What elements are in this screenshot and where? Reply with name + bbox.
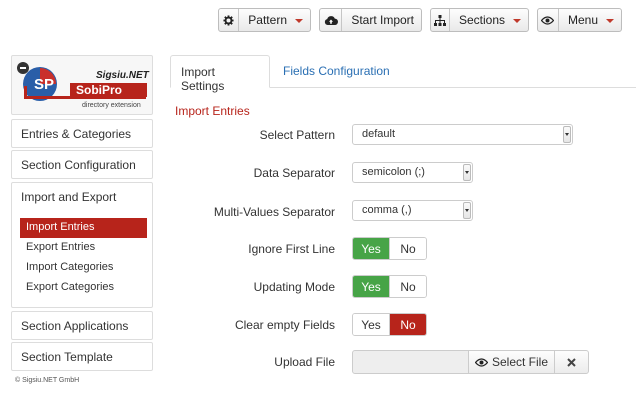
data-separator-label: Data Separator <box>253 166 335 180</box>
clear-empty-fields-toggle: Yes No <box>352 313 427 336</box>
data-separator-value: semicolon (;) <box>362 166 425 178</box>
chevron-down-icon <box>463 164 471 181</box>
upload-file-field[interactable] <box>352 350 469 374</box>
chevron-down-icon <box>295 18 303 23</box>
logo-brand-sub: directory extension <box>82 102 141 109</box>
sidebar-item-section-applications[interactable]: Section Applications <box>11 311 153 340</box>
select-pattern-label: Select Pattern <box>259 128 335 142</box>
pattern-button[interactable]: Pattern <box>218 8 311 32</box>
tab-label: Fields Configuration <box>283 64 390 78</box>
svg-text:SP: SP <box>34 76 54 93</box>
sections-label: Sections <box>458 13 505 27</box>
sidebar-subitem-label: Export Entries <box>26 241 96 253</box>
toolbar: Pattern Start Import Sections Menu <box>0 8 636 32</box>
upload-file-control: Select File <box>352 350 589 374</box>
sidebar-item-label: Section Configuration <box>21 158 136 172</box>
logo-brand-main: SobiPro <box>76 83 122 97</box>
select-pattern-value: default <box>362 128 396 140</box>
updating-mode-toggle: Yes No <box>352 275 427 298</box>
sections-button[interactable]: Sections <box>430 8 529 32</box>
updating-mode-no-button[interactable]: No <box>390 276 426 297</box>
clear-empty-fields-label: Clear empty Fields <box>234 318 335 332</box>
sitemap-icon <box>431 9 450 31</box>
sidebar-item-label: Section Template <box>21 350 113 364</box>
ignore-first-line-no-button[interactable]: No <box>390 238 426 259</box>
cloud-upload-icon <box>320 9 343 31</box>
chevron-down-icon <box>606 18 614 23</box>
start-import-label: Start Import <box>351 13 414 27</box>
ignore-first-line-yes-button[interactable]: Yes <box>353 238 389 259</box>
multi-values-separator-value: comma (,) <box>362 204 412 216</box>
pattern-label: Pattern <box>248 13 287 27</box>
clear-file-button[interactable] <box>554 350 589 374</box>
sidebar-subitem-label: Export Categories <box>26 281 115 293</box>
multi-values-separator-dropdown[interactable]: comma (,) <box>352 200 473 221</box>
ignore-first-line-label: Ignore First Line <box>248 242 335 256</box>
multi-values-separator-label: Multi-Values Separator <box>213 205 335 219</box>
start-import-button[interactable]: Start Import <box>319 8 422 32</box>
sidebar-subitem-label: Import Entries <box>26 221 95 233</box>
select-file-button[interactable]: Select File <box>468 350 555 374</box>
chevron-down-icon <box>463 202 471 219</box>
close-icon <box>567 357 576 367</box>
sidebar-item-entries-categories[interactable]: Entries & Categories <box>11 119 153 148</box>
clear-empty-fields-no-button[interactable]: No <box>390 314 426 335</box>
clear-empty-fields-yes-button[interactable]: Yes <box>353 314 389 335</box>
menu-button[interactable]: Menu <box>537 8 622 32</box>
sidebar-subitem-export-categories[interactable]: Export Categories <box>20 278 147 298</box>
sidebar-item-import-export[interactable]: Import and Export <box>12 183 152 213</box>
copyright-text: © Sigsiu.NET GmbH <box>15 377 80 384</box>
sobipro-logo: SP Sigsiu.NET SobiPro directory extensio… <box>11 55 153 115</box>
gear-icon <box>219 9 240 31</box>
chevron-down-icon <box>563 126 571 143</box>
sidebar-item-label: Section Applications <box>21 319 129 333</box>
chevron-down-icon <box>513 18 521 23</box>
sidebar-subitem-import-entries[interactable]: Import Entries <box>20 218 147 238</box>
data-separator-dropdown[interactable]: semicolon (;) <box>352 162 473 183</box>
menu-label: Menu <box>567 13 598 27</box>
updating-mode-yes-button[interactable]: Yes <box>353 276 389 297</box>
sidebar-subitem-label: Import Categories <box>26 261 114 273</box>
select-file-label: Select File <box>491 355 549 369</box>
section-title: Import Entries <box>175 104 250 118</box>
ignore-first-line-toggle: Yes No <box>352 237 427 260</box>
sidebar-subitem-export-entries[interactable]: Export Entries <box>20 238 147 258</box>
sidebar-item-label: Entries & Categories <box>21 127 132 141</box>
tab-import-settings[interactable]: Import Settings <box>170 55 270 93</box>
upload-file-label: Upload File <box>274 355 335 369</box>
tab-fields-configuration[interactable]: Fields Configuration <box>273 55 400 88</box>
updating-mode-label: Updating Mode <box>253 280 335 294</box>
logo-brand-top: Sigsiu.NET <box>96 70 150 81</box>
eye-icon <box>538 9 559 31</box>
sidebar-subitem-import-categories[interactable]: Import Categories <box>20 258 147 278</box>
tab-label: Import Settings <box>181 65 225 93</box>
sidebar-item-label: Import and Export <box>21 190 117 204</box>
sidebar-item-section-template[interactable]: Section Template <box>11 342 153 371</box>
sidebar-group-import-export: Import and Export Import Entries Export … <box>11 182 153 308</box>
select-pattern-dropdown[interactable]: default <box>352 124 573 145</box>
logo-image: SP Sigsiu.NET SobiPro directory extensio… <box>17 62 150 109</box>
sidebar-item-section-configuration[interactable]: Section Configuration <box>11 150 153 179</box>
eye-icon <box>474 357 488 367</box>
